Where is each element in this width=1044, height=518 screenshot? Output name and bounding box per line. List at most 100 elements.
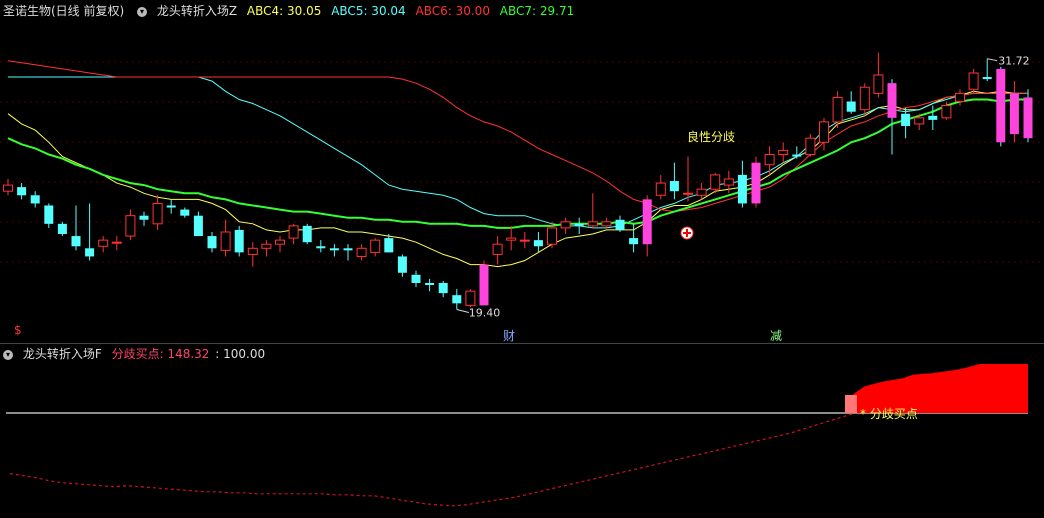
candle-body[interactable] <box>125 215 136 237</box>
reduce-marker: 减 <box>770 329 782 343</box>
candle-body[interactable] <box>193 215 203 237</box>
candle-body[interactable] <box>506 237 517 241</box>
buy-point-bar[interactable] <box>845 395 857 413</box>
candle-body[interactable] <box>329 248 339 251</box>
candle-body[interactable] <box>152 202 163 225</box>
candle-body[interactable] <box>901 113 911 126</box>
buy-point-label: * 分歧买点 <box>860 407 918 421</box>
candle-body[interactable] <box>764 154 775 166</box>
candle-body[interactable] <box>805 137 816 156</box>
lower-header: ▾ 龙头转折入场F 分歧买点: 148.32 : 100.00 <box>0 343 271 365</box>
baseline-value: : 100.00 <box>215 347 266 361</box>
candle-body[interactable] <box>3 184 13 192</box>
candle-body[interactable] <box>261 243 272 249</box>
high-marker-line <box>987 58 998 62</box>
candle-body[interactable] <box>751 162 761 204</box>
abc5-value: ABC5: 30.04 <box>331 4 406 18</box>
candle-body[interactable] <box>560 221 571 229</box>
candle-body[interactable] <box>44 205 54 224</box>
indicator-toggle-icon[interactable]: ▾ <box>137 6 148 17</box>
candle-body[interactable] <box>629 238 639 245</box>
candle-body[interactable] <box>1009 93 1019 135</box>
abc6-value: ABC6: 30.00 <box>415 4 490 18</box>
candle-body[interactable] <box>111 241 122 244</box>
candle-body[interactable] <box>356 247 367 257</box>
low-marker-line <box>456 308 469 313</box>
candle-body[interactable] <box>465 290 476 306</box>
candle-body[interactable] <box>873 74 884 94</box>
good-divergence-label: 良性分歧 <box>687 129 735 144</box>
lower-indicator-toggle-icon[interactable]: ▾ <box>3 349 13 360</box>
candle-body[interactable] <box>220 231 231 251</box>
candle-body[interactable] <box>533 240 543 247</box>
candle-body[interactable] <box>384 238 394 253</box>
abc4-value: ABC4: 30.05 <box>246 4 322 18</box>
candle-body[interactable] <box>302 225 312 243</box>
candle-body[interactable] <box>928 115 938 120</box>
candle-body[interactable] <box>968 72 979 90</box>
candle-body[interactable] <box>98 239 109 247</box>
candle-body[interactable] <box>887 83 897 118</box>
candle-body[interactable] <box>438 282 448 294</box>
finance-marker: 财 <box>503 329 515 343</box>
abc7-value: ABC7: 29.71 <box>499 4 575 18</box>
candle-body[interactable] <box>683 192 693 195</box>
candle-body[interactable] <box>1023 97 1033 139</box>
candle-body[interactable] <box>642 199 652 245</box>
candle-body[interactable] <box>723 178 734 186</box>
candle-body[interactable] <box>941 105 952 119</box>
candle-body[interactable] <box>166 205 176 208</box>
high-price-label: 31.72 <box>998 55 1029 68</box>
candle-body[interactable] <box>655 182 666 196</box>
candle-body[interactable] <box>846 101 856 112</box>
candle-body[interactable] <box>425 282 435 285</box>
candle-body[interactable] <box>587 221 598 227</box>
candle-body[interactable] <box>859 86 870 111</box>
candle-body[interactable] <box>452 295 462 304</box>
low-price-label: 19.40 <box>469 306 501 319</box>
divergence-line <box>9 412 856 507</box>
candle-body[interactable] <box>275 239 285 245</box>
main-header: 圣诺生物(日线 前复权) ▾ 龙头转折入场Z ABC4: 30.05 ABC5:… <box>0 0 580 22</box>
candle-body[interactable] <box>397 256 407 273</box>
candle-body[interactable] <box>710 174 721 190</box>
buy-point-value: 分歧买点: 148.32 <box>111 347 210 361</box>
candle-body[interactable] <box>247 247 258 255</box>
candle-body[interactable] <box>832 96 843 123</box>
candle-body[interactable] <box>288 225 299 239</box>
candle-body[interactable] <box>601 221 612 227</box>
candle-body[interactable] <box>982 77 992 80</box>
candle-body[interactable] <box>139 215 149 220</box>
candle-body[interactable] <box>411 274 421 283</box>
candle-body[interactable] <box>574 223 584 226</box>
candle-body[interactable] <box>234 229 244 253</box>
candle-body[interactable] <box>207 236 217 249</box>
candle-body[interactable] <box>370 239 381 253</box>
candle-body[interactable] <box>955 92 965 103</box>
candle-body[interactable] <box>343 248 353 251</box>
stock-title: 圣诺生物(日线 前复权) <box>3 4 125 18</box>
candle-body[interactable] <box>316 246 326 249</box>
candle-body[interactable] <box>547 227 557 245</box>
candle-body[interactable] <box>996 68 1006 143</box>
indicator-name[interactable]: 龙头转折入场Z <box>157 4 237 18</box>
candle-body[interactable] <box>819 121 829 143</box>
candle-body[interactable] <box>180 209 190 216</box>
candle-body[interactable] <box>737 174 747 204</box>
candle-body[interactable] <box>71 236 81 247</box>
candle-body[interactable] <box>914 117 925 125</box>
lower-indicator-name[interactable]: 龙头转折入场F <box>23 347 102 361</box>
candle-body[interactable] <box>17 187 27 196</box>
candle-body[interactable] <box>669 181 679 192</box>
candle-body[interactable] <box>519 239 530 242</box>
candle-body[interactable] <box>85 248 95 257</box>
candle-body[interactable] <box>492 243 503 255</box>
candle-body[interactable] <box>696 188 707 196</box>
candle-body[interactable] <box>792 154 802 157</box>
candle-body[interactable] <box>615 219 625 230</box>
candle-body[interactable] <box>30 195 40 204</box>
candle-body[interactable] <box>778 149 789 156</box>
candle-body[interactable] <box>57 223 67 235</box>
candle-body[interactable] <box>479 264 489 306</box>
kline-chart[interactable]: 19.40 31.72 良性分歧财 减 $ * 分歧买点 <box>0 0 1044 518</box>
